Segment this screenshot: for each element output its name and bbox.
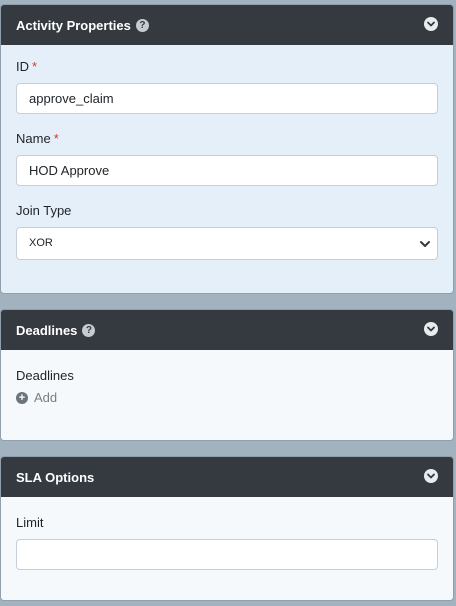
deadlines-label: Deadlines	[16, 368, 74, 383]
chevron-down-icon[interactable]	[424, 17, 438, 31]
plus-circle-icon: +	[16, 391, 28, 404]
help-icon[interactable]: ?	[135, 18, 149, 32]
add-deadline-button[interactable]: + Add	[16, 390, 438, 405]
name-label-text: Name	[16, 131, 51, 146]
chevron-down-icon[interactable]	[424, 469, 438, 483]
limit-label: Limit	[16, 515, 44, 530]
activity-properties-header[interactable]: Activity Properties ?	[1, 5, 453, 45]
chevron-down-icon	[420, 241, 430, 247]
activity-properties-panel: Activity Properties ? ID * approve_claim …	[0, 4, 454, 294]
add-label: Add	[34, 390, 58, 405]
deadlines-panel: Deadlines ? Deadlines + Add	[0, 309, 454, 441]
name-label: Name *	[16, 131, 438, 147]
required-marker: *	[32, 59, 38, 74]
sla-options-header[interactable]: SLA Options	[1, 457, 453, 497]
join-type-label: Join Type	[16, 203, 72, 218]
deadlines-body: Deadlines + Add	[1, 350, 453, 440]
id-label-text: ID	[16, 59, 29, 74]
limit-field[interactable]	[16, 539, 438, 570]
help-icon[interactable]: ?	[82, 323, 96, 337]
required-marker: *	[53, 131, 59, 146]
join-type-select[interactable]: XOR	[16, 227, 438, 260]
id-label: ID *	[16, 59, 438, 75]
chevron-down-icon[interactable]	[424, 322, 438, 336]
activity-properties-body: ID * approve_claim Name * HOD Approve Join…	[1, 45, 453, 293]
name-field[interactable]: HOD Approve	[16, 155, 438, 186]
chevron-down-glyph	[427, 473, 435, 479]
join-type-value: XOR	[29, 237, 53, 249]
deadlines-header[interactable]: Deadlines ?	[1, 310, 453, 350]
sla-options-title: SLA Options	[16, 469, 95, 485]
activity-properties-title: Activity Properties	[16, 17, 131, 33]
deadlines-title: Deadlines	[16, 322, 78, 338]
chevron-down-glyph	[427, 326, 435, 332]
sla-options-body: Limit	[1, 497, 453, 600]
id-field[interactable]: approve_claim	[16, 83, 438, 114]
chevron-down-glyph	[427, 21, 435, 27]
sla-options-panel: SLA Options Limit	[0, 456, 454, 601]
